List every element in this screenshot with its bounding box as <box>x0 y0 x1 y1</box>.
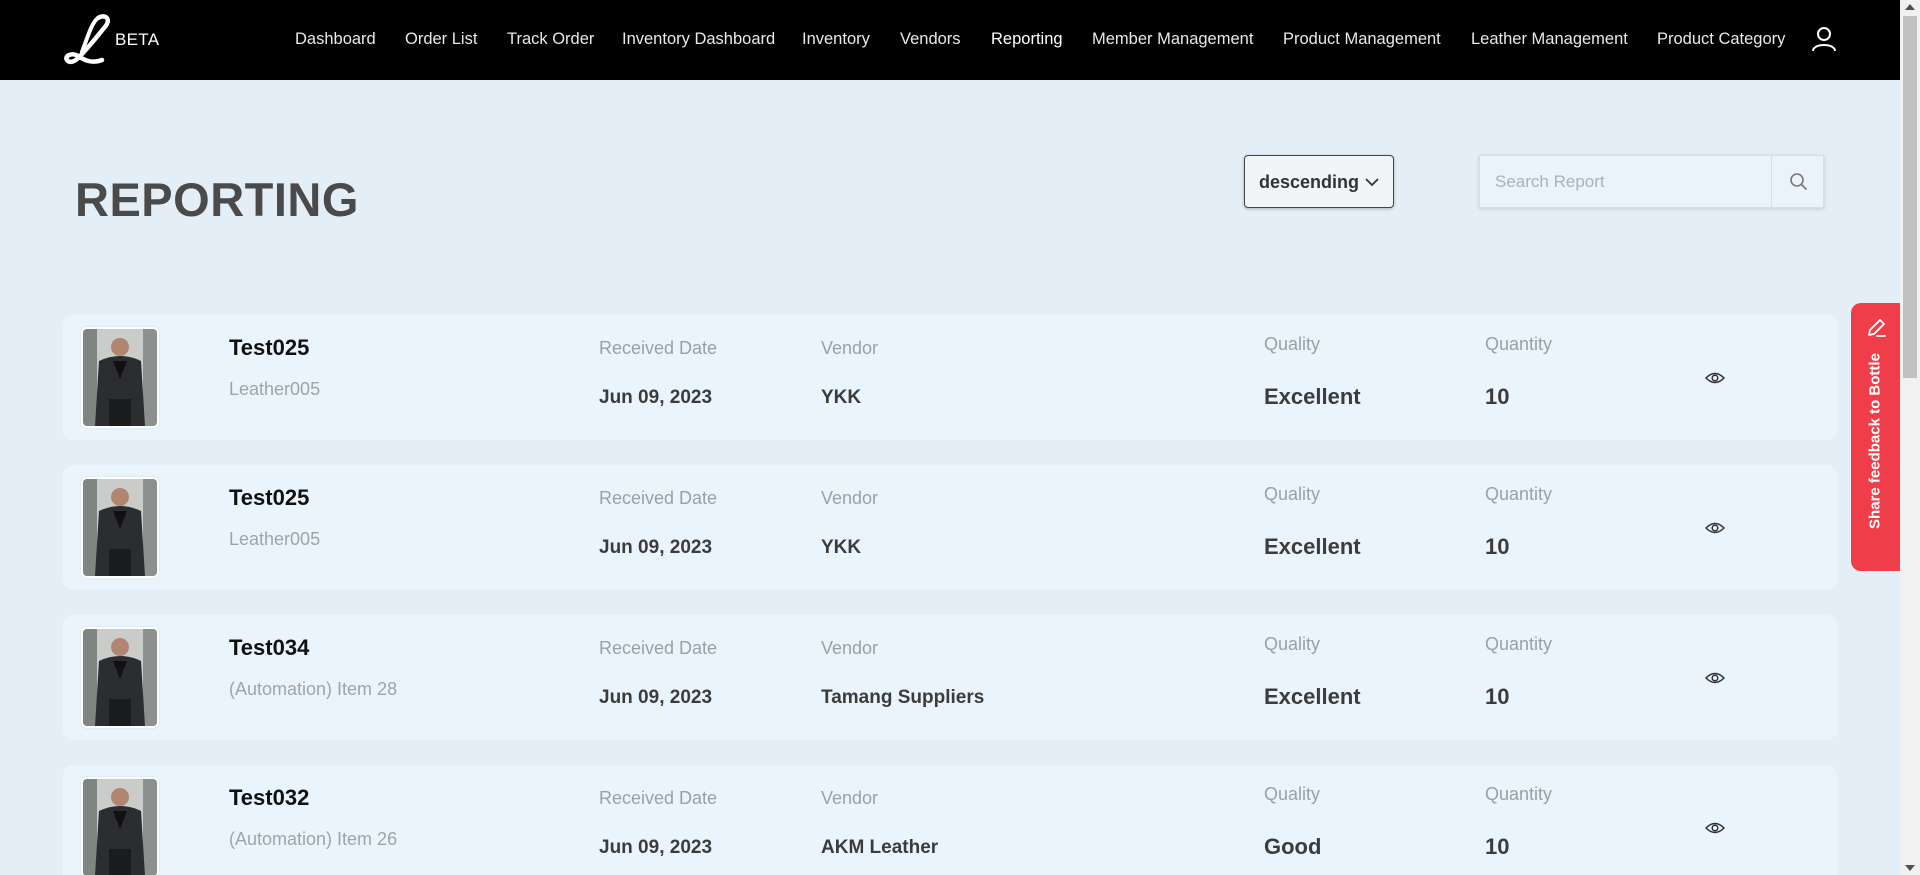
scroll-down-arrow-icon[interactable] <box>1905 865 1915 871</box>
vendor-value: Tamang Suppliers <box>821 687 985 708</box>
sort-order-select[interactable]: descending <box>1244 155 1394 208</box>
view-eye-icon[interactable] <box>1705 820 1725 836</box>
quantity-value: 10 <box>1485 534 1510 559</box>
top-navbar: BETA Dashboard Order List Track Order In… <box>0 0 1900 80</box>
search-icon <box>1790 173 1808 191</box>
report-card: Test025 Leather005 Received Date Jun 09,… <box>63 315 1837 440</box>
view-eye-icon[interactable] <box>1705 520 1725 536</box>
product-thumbnail <box>81 327 159 428</box>
quality-value: Good <box>1264 834 1322 859</box>
vendor-label: Vendor <box>821 638 879 658</box>
search-report-box <box>1479 155 1824 208</box>
scroll-up-arrow-icon[interactable] <box>1905 4 1915 10</box>
report-item: (Automation) Item 28 <box>229 679 398 699</box>
nav-item-reporting[interactable]: Reporting <box>991 30 1063 49</box>
received-date-value: Jun 09, 2023 <box>599 537 713 558</box>
quality-value: Excellent <box>1264 534 1361 559</box>
report-card: Test025 Leather005 Received Date Jun 09,… <box>63 465 1837 590</box>
product-thumbnail <box>81 627 159 728</box>
quality-label: Quality <box>1264 484 1321 504</box>
quantity-label: Quantity <box>1485 484 1553 504</box>
report-name: Test025 <box>229 485 310 510</box>
nav-item-leather-management[interactable]: Leather Management <box>1471 30 1628 49</box>
received-date-value: Jun 09, 2023 <box>599 687 713 708</box>
quantity-value: 10 <box>1485 684 1510 709</box>
quality-label: Quality <box>1264 634 1321 654</box>
nav-item-product-management[interactable]: Product Management <box>1283 30 1441 49</box>
share-feedback-tab[interactable]: Share feedback to Bottle <box>1851 303 1900 571</box>
quality-value: Excellent <box>1264 384 1361 409</box>
nav-item-product-category[interactable]: Product Category <box>1657 30 1785 49</box>
quantity-label: Quantity <box>1485 334 1553 354</box>
share-feedback-label: Share feedback to Bottle <box>1866 353 1884 529</box>
quantity-value: 10 <box>1485 834 1510 859</box>
nav-item-track-order[interactable]: Track Order <box>507 30 594 49</box>
report-item: Leather005 <box>229 379 321 399</box>
page-title: REPORTING <box>75 173 359 226</box>
quantity-label: Quantity <box>1485 784 1553 804</box>
vendor-value: YKK <box>821 537 862 558</box>
nav-item-order-list[interactable]: Order List <box>405 30 477 49</box>
user-icon[interactable] <box>1811 26 1837 52</box>
vendor-value: AKM Leather <box>821 837 939 858</box>
received-date-label: Received Date <box>599 488 718 508</box>
report-name: Test025 <box>229 335 310 360</box>
received-date-value: Jun 09, 2023 <box>599 387 713 408</box>
quantity-label: Quantity <box>1485 634 1553 654</box>
quality-value: Excellent <box>1264 684 1361 709</box>
received-date-label: Received Date <box>599 788 718 808</box>
nav-item-inventory-dashboard[interactable]: Inventory Dashboard <box>622 30 775 49</box>
search-button[interactable] <box>1771 156 1823 207</box>
main-nav: Dashboard Order List Track Order Invento… <box>0 0 1900 80</box>
product-thumbnail <box>81 477 159 578</box>
report-name: Test034 <box>229 635 310 660</box>
received-date-label: Received Date <box>599 338 718 358</box>
nav-item-vendors[interactable]: Vendors <box>900 30 961 49</box>
pencil-icon <box>1868 319 1886 337</box>
received-date-value: Jun 09, 2023 <box>599 837 713 858</box>
sort-order-value: descending <box>1259 172 1360 192</box>
chevron-down-icon <box>1365 178 1379 187</box>
view-eye-icon[interactable] <box>1705 670 1725 686</box>
report-item: Leather005 <box>229 529 321 549</box>
quality-label: Quality <box>1264 334 1321 354</box>
view-eye-icon[interactable] <box>1705 370 1725 386</box>
report-card: Test034 (Automation) Item 28 Received Da… <box>63 615 1837 740</box>
nav-item-dashboard[interactable]: Dashboard <box>295 30 376 49</box>
vendor-label: Vendor <box>821 488 879 508</box>
vendor-label: Vendor <box>821 788 879 808</box>
report-item: (Automation) Item 26 <box>229 829 398 849</box>
report-name: Test032 <box>229 785 310 810</box>
nav-item-member-management[interactable]: Member Management <box>1092 30 1253 49</box>
quality-label: Quality <box>1264 784 1321 804</box>
quantity-value: 10 <box>1485 384 1510 409</box>
product-thumbnail <box>81 777 159 875</box>
vendor-label: Vendor <box>821 338 879 358</box>
scroll-thumb[interactable] <box>1903 16 1917 378</box>
search-report-input[interactable] <box>1480 156 1771 207</box>
nav-item-inventory[interactable]: Inventory <box>802 30 870 49</box>
report-card: Test032 (Automation) Item 26 Received Da… <box>63 765 1837 875</box>
received-date-label: Received Date <box>599 638 718 658</box>
vendor-value: YKK <box>821 387 862 408</box>
vertical-scrollbar[interactable] <box>1900 0 1920 875</box>
